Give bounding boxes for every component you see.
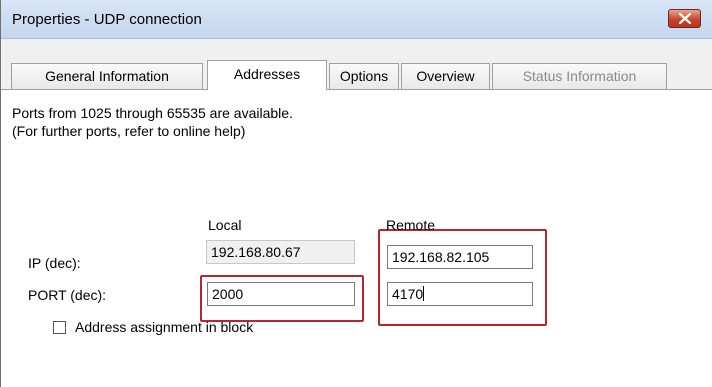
remote-column-header: Remote xyxy=(386,217,436,233)
tab-addresses[interactable]: Addresses xyxy=(207,60,327,90)
tab-label: Status Information xyxy=(522,68,637,84)
highlight-box-remote xyxy=(378,229,547,326)
properties-dialog: Properties - UDP connection General Info… xyxy=(0,0,712,387)
info-line-2: (For further ports, refer to online help… xyxy=(12,123,246,139)
ip-label: IP (dec): xyxy=(28,255,81,271)
text-cursor xyxy=(423,286,425,301)
close-button[interactable] xyxy=(668,9,701,28)
title-bar: Properties - UDP connection xyxy=(1,0,712,39)
local-ip-field: 192.168.80.67 xyxy=(206,240,355,264)
remote-port-value: 4170 xyxy=(392,286,424,302)
addresses-panel: Ports from 1025 through 65535 are availa… xyxy=(1,89,712,387)
remote-ip-field[interactable]: 192.168.82.105 xyxy=(387,245,533,269)
info-line-1: Ports from 1025 through 65535 are availa… xyxy=(12,105,293,121)
tab-overview[interactable]: Overview xyxy=(401,63,490,89)
address-assignment-checkbox[interactable] xyxy=(53,321,66,334)
address-assignment-label: Address assignment in block xyxy=(75,319,254,335)
tab-label: Addresses xyxy=(233,66,301,82)
local-port-field[interactable]: 2000 xyxy=(207,282,355,306)
tab-options[interactable]: Options xyxy=(329,63,399,89)
close-icon xyxy=(679,13,691,24)
remote-port-field[interactable]: 4170 xyxy=(387,282,533,306)
tab-status-information: Status Information xyxy=(492,63,667,89)
tab-label: General Information xyxy=(45,68,169,84)
tab-label: Overview xyxy=(416,68,475,84)
port-label: PORT (dec): xyxy=(28,287,107,303)
port-range-info: Ports from 1025 through 65535 are availa… xyxy=(12,104,293,140)
window-title: Properties - UDP connection xyxy=(12,11,202,28)
local-column-header: Local xyxy=(208,217,242,233)
local-port-value: 2000 xyxy=(212,286,244,302)
tab-label: Options xyxy=(339,68,389,84)
tab-general-information[interactable]: General Information xyxy=(11,63,203,89)
